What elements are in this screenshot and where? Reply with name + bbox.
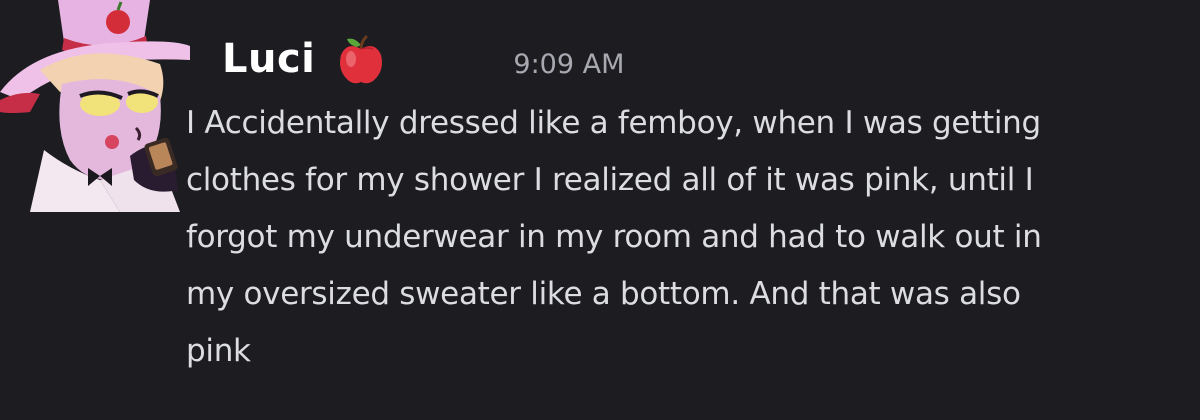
chat-message: Luci 9:09 AM I Accidentally dressed like… [0, 0, 1200, 420]
apple-icon [333, 31, 389, 87]
message-line: clothes for my shower I realized all of … [186, 162, 1034, 198]
message-line: I Accidentally dressed like a femboy, wh… [186, 105, 1041, 141]
message-line: my oversized sweater like a bottom. And … [186, 276, 1021, 312]
message-line: pink [186, 333, 251, 369]
message-text: I Accidentally dressed like a femboy, wh… [186, 95, 1176, 380]
username[interactable]: Luci [222, 36, 315, 82]
avatar-illustration [0, 0, 190, 212]
message-line: forgot my underwear in my room and had t… [186, 219, 1042, 255]
timestamp: 9:09 AM [513, 48, 625, 80]
avatar[interactable] [0, 0, 190, 212]
message-header: Luci 9:09 AM [222, 24, 624, 94]
